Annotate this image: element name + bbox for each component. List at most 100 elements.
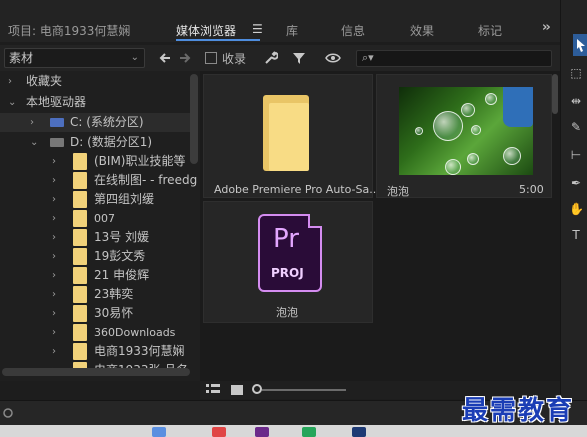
- tree-folder[interactable]: › 360Downloads: [0, 323, 190, 342]
- tree-folder[interactable]: › 19彭文秀: [0, 247, 190, 266]
- back-arrow-icon[interactable]: [158, 51, 172, 65]
- tree-label: 13号 刘媛: [94, 230, 150, 244]
- media-item-label: Adobe Premiere Pro Auto-Sa...: [214, 183, 380, 196]
- tree-folder[interactable]: › 30易怀: [0, 304, 190, 323]
- tab-media-browser[interactable]: 媒体浏览器: [176, 22, 236, 39]
- folder-icon: [73, 248, 87, 265]
- tree-item-local-drives[interactable]: ⌄ 本地驱动器: [0, 93, 190, 112]
- tree-label: 收藏夹: [26, 74, 63, 88]
- tree-label: 本地驱动器: [26, 95, 87, 109]
- tree-folder[interactable]: › 电商1933何慧娴: [0, 342, 190, 361]
- panel-tab-bar: 项目: 电商1933何慧娴 媒体浏览器 ☰ 库 信息 效果 标记 ››: [0, 0, 560, 42]
- icon-view-icon[interactable]: [231, 384, 243, 398]
- list-view-icon[interactable]: [206, 384, 220, 398]
- tree-label: 在线制图- - freedg: [94, 173, 198, 187]
- tree-label: D: (数据分区1): [70, 135, 153, 149]
- tab-libraries[interactable]: 库: [286, 22, 298, 39]
- chevron-right-icon[interactable]: ›: [52, 228, 56, 247]
- tree-folder[interactable]: › 21 申俊辉: [0, 266, 190, 285]
- chevron-right-icon[interactable]: ›: [8, 72, 12, 91]
- grid-vertical-scrollbar[interactable]: [552, 74, 558, 114]
- razor-icon[interactable]: ✎: [569, 120, 583, 134]
- tree-folder[interactable]: › 第四组刘缓: [0, 190, 190, 209]
- tree-item-drive-c[interactable]: › C: (系统分区): [0, 113, 190, 132]
- chevron-right-icon[interactable]: ›: [52, 323, 56, 342]
- filter-icon[interactable]: [292, 51, 306, 65]
- tree-horizontal-scrollbar[interactable]: [2, 368, 190, 376]
- chevron-down-icon: ⌄: [130, 52, 139, 63]
- track-select-icon[interactable]: ⬚: [569, 66, 583, 80]
- ingest-label: 收录: [222, 52, 247, 66]
- tree-folder[interactable]: › 23韩奕: [0, 285, 190, 304]
- tree-item-drive-d[interactable]: ⌄ D: (数据分区1): [0, 133, 190, 152]
- chevron-right-icon[interactable]: ›: [52, 285, 56, 304]
- ripple-edit-icon[interactable]: ⇹: [569, 94, 583, 108]
- drive-icon: [50, 138, 64, 147]
- active-tab-indicator: [176, 39, 260, 41]
- tree-folder[interactable]: › 007: [0, 209, 190, 228]
- folder-icon: [73, 172, 87, 189]
- zoom-slider[interactable]: [262, 389, 346, 391]
- forward-arrow-icon[interactable]: [178, 51, 192, 65]
- hand-icon[interactable]: ✋: [569, 202, 584, 216]
- folder-icon: [73, 210, 87, 227]
- folder-icon: [73, 324, 87, 341]
- search-input[interactable]: ⌕▾: [356, 50, 552, 67]
- taskbar-app-icon[interactable]: [152, 427, 166, 437]
- chevron-right-icon[interactable]: ›: [52, 266, 56, 285]
- folder-icon: [73, 343, 87, 360]
- tree-label: 360Downloads: [94, 326, 176, 339]
- wrench-icon[interactable]: [264, 51, 279, 65]
- taskbar-app-icon[interactable]: [212, 427, 226, 437]
- tabs-overflow-icon[interactable]: ››: [542, 20, 551, 35]
- filter-dropdown[interactable]: 素材 ⌄: [4, 48, 145, 68]
- folder-icon: [73, 153, 87, 170]
- taskbar-app-icon[interactable]: [255, 427, 269, 437]
- pen-icon[interactable]: ✒: [569, 176, 583, 190]
- type-tool-icon[interactable]: T: [569, 228, 583, 242]
- tools-panel: ⬚ ⇹ ✎ ⊢ ✒ ✋ T: [560, 0, 587, 400]
- chevron-right-icon[interactable]: ›: [30, 113, 34, 132]
- tree-label: 第四组刘缓: [94, 192, 155, 206]
- chevron-down-icon[interactable]: ⌄: [8, 93, 16, 112]
- file-tree-panel: › 收藏夹 ⌄ 本地驱动器 › C: (系统分区) ⌄ D: (数据分区1) ›…: [0, 71, 200, 381]
- chevron-right-icon[interactable]: ›: [52, 247, 56, 266]
- tree-folder[interactable]: › 在线制图- - freedg: [0, 171, 197, 190]
- search-icon: ⌕▾: [362, 51, 374, 64]
- tree-label: C: (系统分区): [70, 115, 144, 129]
- chevron-right-icon[interactable]: ›: [52, 342, 56, 361]
- tree-label: 23韩奕: [94, 287, 134, 301]
- chevron-right-icon[interactable]: ›: [52, 152, 56, 171]
- ingest-checkbox[interactable]: [205, 52, 217, 64]
- tab-info[interactable]: 信息: [341, 22, 365, 39]
- tree-vertical-scrollbar[interactable]: [190, 74, 198, 164]
- tab-project[interactable]: 项目: 电商1933何慧娴: [8, 22, 130, 39]
- folder-icon: [73, 305, 87, 322]
- tree-item-favorites[interactable]: › 收藏夹: [0, 72, 190, 91]
- chevron-right-icon[interactable]: ›: [52, 304, 56, 323]
- chevron-down-icon[interactable]: ⌄: [30, 133, 38, 152]
- tree-label: 30易怀: [94, 306, 134, 320]
- chevron-right-icon[interactable]: ›: [52, 209, 56, 228]
- tab-markers[interactable]: 标记: [478, 22, 502, 39]
- media-item-project[interactable]: Pr PROJ 泡泡: [203, 201, 373, 323]
- tab-effects[interactable]: 效果: [410, 22, 434, 39]
- chevron-right-icon[interactable]: ›: [52, 190, 56, 209]
- media-item-video[interactable]: 泡泡 5:00: [376, 74, 552, 198]
- eye-icon[interactable]: [325, 51, 341, 65]
- media-item-label: 泡泡: [387, 185, 409, 198]
- slip-tool-icon[interactable]: ⊢: [569, 148, 583, 162]
- taskbar-app-icon[interactable]: [302, 427, 316, 437]
- link-icon: [2, 407, 14, 422]
- selection-tool-icon[interactable]: [574, 38, 587, 52]
- panel-menu-icon[interactable]: ☰: [252, 22, 263, 36]
- tree-folder[interactable]: › 13号 刘媛: [0, 228, 190, 247]
- media-item-folder[interactable]: Adobe Premiere Pro Auto-Sa...: [203, 74, 380, 198]
- tree-folder[interactable]: › (BIM)职业技能等: [0, 152, 190, 171]
- chevron-right-icon[interactable]: ›: [52, 171, 56, 190]
- taskbar-app-icon[interactable]: [352, 427, 366, 437]
- tree-label: 电商1933何慧娴: [94, 344, 185, 358]
- folder-icon: [73, 286, 87, 303]
- tree-label: 007: [94, 212, 115, 225]
- zoom-slider-handle[interactable]: [252, 384, 262, 394]
